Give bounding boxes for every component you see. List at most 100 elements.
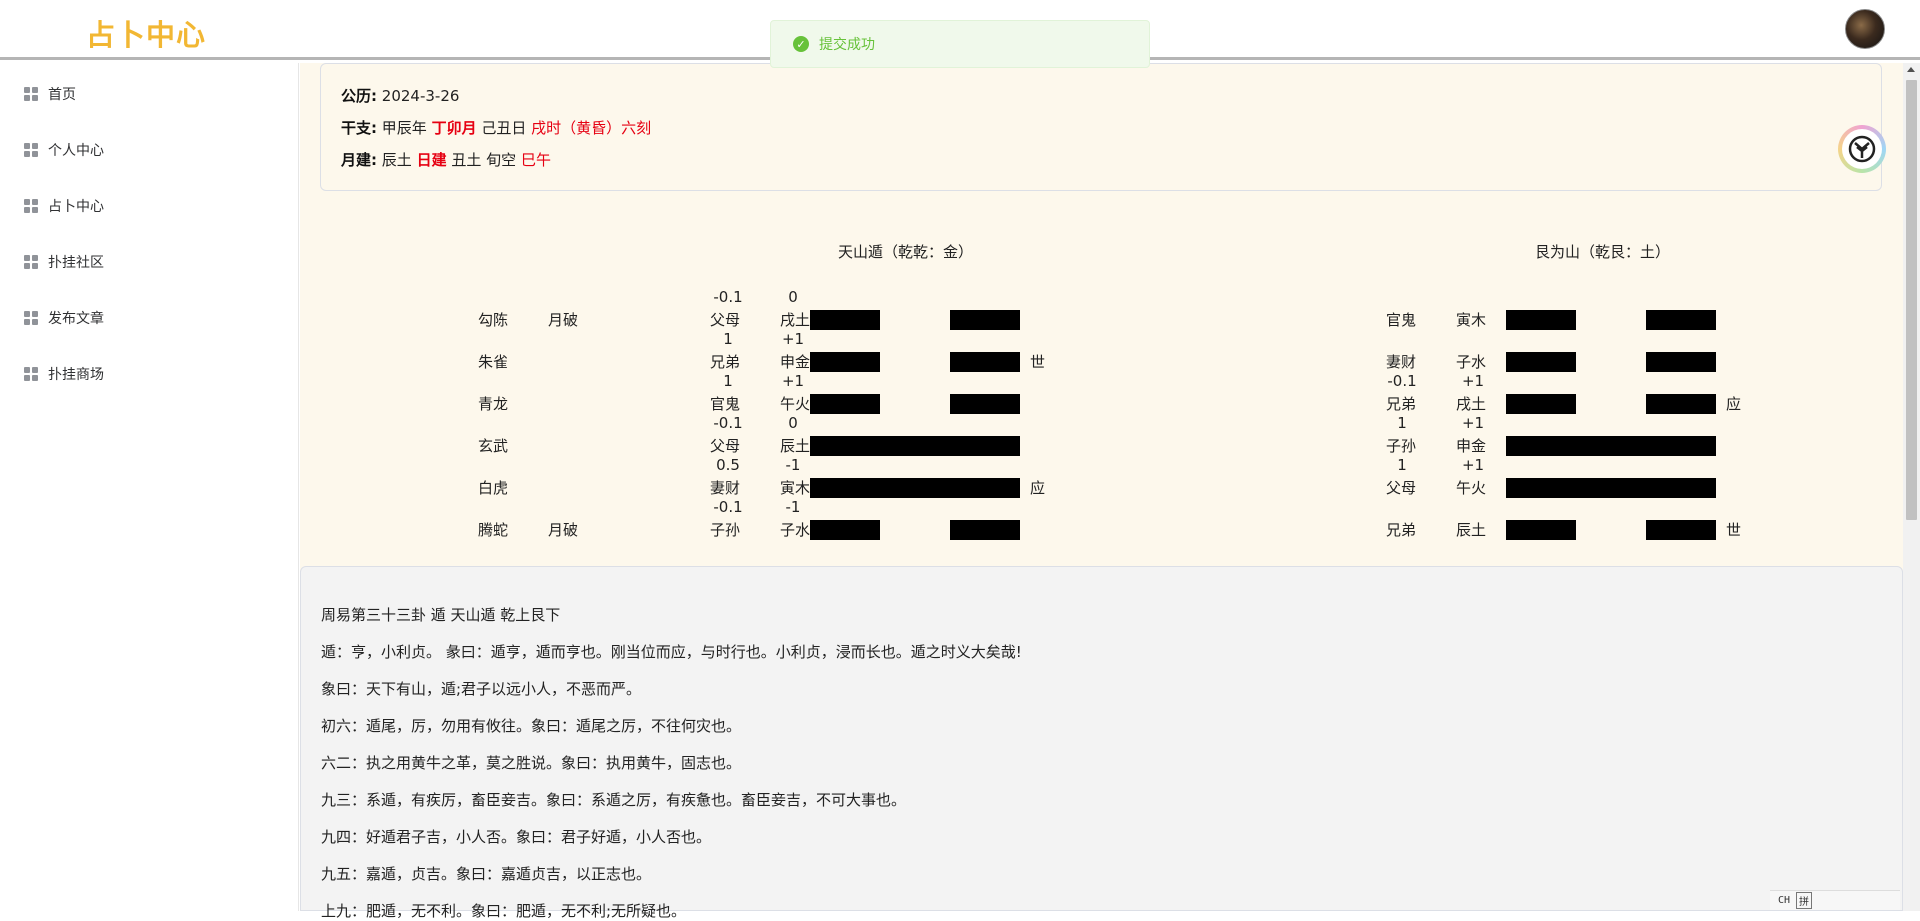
yin-line-left	[1506, 352, 1576, 372]
earthly-branch: 辰土	[1456, 521, 1487, 539]
six-spirit: 朱雀	[478, 353, 509, 371]
earthly-branch: 午火	[780, 395, 811, 413]
earthly-branch: 子水	[1456, 353, 1487, 371]
sidebar: 首页 个人中心 占卜中心 扑挂社区 发布文章 扑挂商场	[0, 63, 299, 911]
yuejian-c: 丑土	[451, 151, 482, 169]
text-para: 九五：嘉遁，贞吉。象曰：嘉遁贞吉，以正志也。	[321, 865, 652, 883]
six-relation: 兄弟	[1386, 395, 1417, 413]
yin-line-right	[950, 352, 1020, 372]
score-b: +1	[1461, 456, 1485, 474]
page-scrollbar[interactable]	[1903, 63, 1920, 911]
earthly-branch: 寅木	[780, 479, 811, 497]
scroll-thumb[interactable]	[1906, 80, 1917, 520]
grid-icon	[24, 310, 39, 326]
yuejian-label: 月建:	[341, 151, 377, 169]
six-relation: 子孙	[710, 521, 741, 539]
shi-ying-mark: 世	[1030, 353, 1046, 371]
earthly-branch: 子水	[780, 521, 811, 539]
yin-line-left	[810, 520, 880, 540]
six-relation: 父母	[710, 311, 741, 329]
grid-icon	[24, 142, 39, 158]
yang-line	[1506, 436, 1716, 456]
toast-message: 提交成功	[819, 37, 875, 53]
six-spirit: 青龙	[478, 395, 509, 413]
six-spirit: 勾陈	[478, 311, 509, 329]
six-spirit: 腾蛇	[478, 521, 509, 539]
yin-line-left	[810, 310, 880, 330]
score-a: 1	[723, 372, 733, 390]
sidebar-item-divination[interactable]: 占卜中心	[24, 195, 104, 217]
text-para: 周易第三十三卦 遁 天山遁 乾上艮下	[321, 606, 561, 624]
ganzhi-line: 干支: 甲辰年 丁卯月 己丑日 戌时（黄昏）六刻	[341, 117, 651, 138]
score-b: +1	[781, 372, 805, 390]
yin-line-left	[1506, 394, 1576, 414]
yin-line-right	[950, 394, 1020, 414]
text-para: 九三：系遁，有疾厉，畜臣妾吉。象曰：系遁之厉，有疾惫也。畜臣妾吉，不可大事也。	[321, 791, 907, 809]
score-a: 0.5	[716, 456, 740, 474]
yin-line-left	[1506, 310, 1576, 330]
date-info-card: 公历: 2024-3-26 干支: 甲辰年 丁卯月 己丑日 戌时（黄昏）六刻 月…	[320, 63, 1886, 191]
ganzhi-month: 丁卯月	[431, 119, 477, 137]
changed-hexagram: 艮为山（乾艮：土） 官鬼 寅木 妻财 子水 -0.1 +1 兄弟 戌土 应 1 +1 子孙 申金 1 +1 父…	[1380, 241, 1920, 581]
six-relation: 兄弟	[710, 353, 741, 371]
six-relation: 官鬼	[710, 395, 741, 413]
site-logo[interactable]: 占卜中心	[86, 12, 206, 54]
score-b: -1	[785, 498, 801, 516]
sidebar-item-home[interactable]: 首页	[24, 83, 76, 105]
bagua-badge-icon[interactable]	[1838, 125, 1886, 173]
text-para: 象曰：天下有山，遁;君子以远小人，不恶而严。	[321, 680, 642, 698]
grid-icon	[24, 86, 39, 102]
yuejian-e: 巳午	[520, 151, 551, 169]
score-b: +1	[1461, 372, 1485, 390]
main-content: 公历: 2024-3-26 干支: 甲辰年 丁卯月 己丑日 戌时（黄昏）六刻 月…	[300, 63, 1903, 920]
six-relation: 父母	[710, 437, 741, 455]
hexagram-title: 艮为山（乾艮：土）	[1535, 243, 1671, 261]
yang-line	[810, 436, 1020, 456]
hexagram-title: 天山遁（乾乾：金）	[838, 243, 974, 261]
user-avatar[interactable]	[1845, 9, 1885, 49]
yuejian-b: 日建	[416, 151, 447, 169]
sidebar-item-profile[interactable]: 个人中心	[24, 139, 104, 161]
yin-line-right	[950, 310, 1020, 330]
sidebar-item-shop[interactable]: 扑挂商场	[24, 363, 104, 385]
yin-line-right	[1646, 394, 1716, 414]
yin-line-right	[1646, 352, 1716, 372]
ganzhi-day: 己丑日	[481, 119, 527, 137]
ganzhi-time: 戌时（黄昏）六刻	[531, 119, 652, 137]
ime-indicator[interactable]: CH 拼	[1770, 890, 1900, 910]
text-para: 六二：执之用黄牛之革，莫之胜说。象曰：执用黄牛，固志也。	[321, 754, 742, 772]
score-b: 0	[788, 288, 798, 306]
yang-line	[1506, 478, 1716, 498]
yin-line-right	[1646, 520, 1716, 540]
hexagram-text-panel: 周易第三十三卦 遁 天山遁 乾上艮下 遁：亨，小利贞。 彖曰：遁亨，遁而亨也。刚…	[300, 566, 1903, 920]
earthly-branch: 申金	[1456, 437, 1487, 455]
earthly-branch: 辰土	[780, 437, 811, 455]
score-b: 0	[788, 414, 798, 432]
yin-line-left	[810, 352, 880, 372]
shi-ying-mark: 应	[1726, 395, 1742, 413]
grid-icon	[24, 198, 39, 214]
sidebar-item-label: 首页	[48, 87, 76, 103]
sidebar-item-community[interactable]: 扑挂社区	[24, 251, 104, 273]
earthly-branch: 寅木	[1456, 311, 1487, 329]
grid-icon	[24, 366, 39, 382]
earthly-branch: 戌土	[1456, 395, 1487, 413]
score-a: -0.1	[713, 288, 743, 306]
score-a: 1	[1397, 456, 1407, 474]
six-spirit: 玄武	[478, 437, 509, 455]
sidebar-item-label: 占卜中心	[48, 199, 104, 215]
six-spirit: 白虎	[478, 479, 509, 497]
yang-line	[810, 478, 1020, 498]
ime-lang: CH	[1778, 895, 1791, 906]
sidebar-item-label: 扑挂社区	[48, 255, 104, 271]
yin-line-left	[810, 394, 880, 414]
score-a: -0.1	[713, 414, 743, 432]
scroll-up-icon[interactable]	[1907, 67, 1915, 72]
solar-label: 公历:	[341, 87, 377, 105]
yin-line-right	[950, 520, 1020, 540]
sidebar-item-publish[interactable]: 发布文章	[24, 307, 104, 329]
score-a: -0.1	[713, 498, 743, 516]
shi-ying-mark: 应	[1030, 479, 1046, 497]
line-status: 月破	[548, 311, 579, 329]
six-relation: 妻财	[710, 479, 741, 497]
